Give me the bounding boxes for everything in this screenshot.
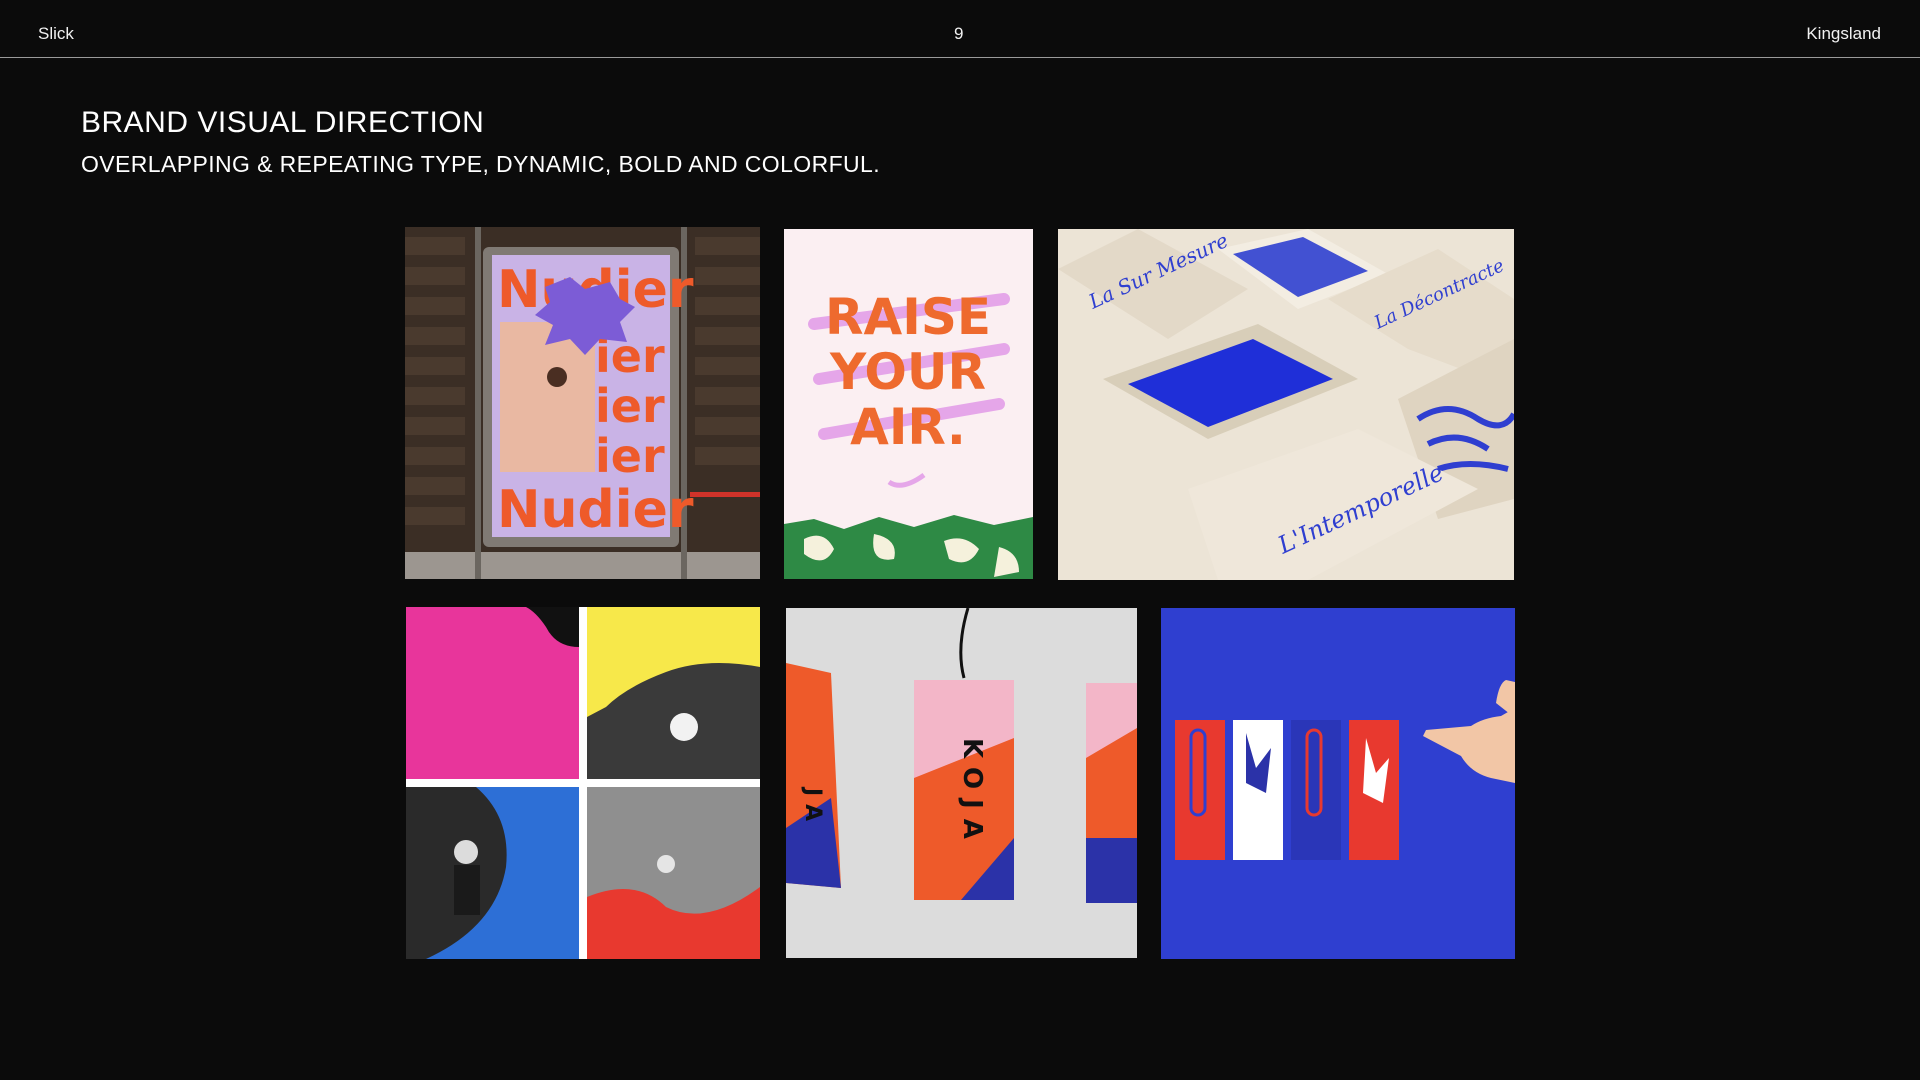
- page-number: 9: [954, 24, 964, 43]
- poster-line-air: AIR.: [850, 398, 966, 456]
- poster-ier-3: ier: [595, 429, 665, 483]
- brand-label: Slick: [38, 24, 74, 43]
- raise-your-air-poster-image: RAISE YOUR AIR.: [784, 229, 1033, 579]
- packaging-boxes-image: La Sur Mesure La Décontracte L'Intempore…: [1058, 229, 1514, 580]
- slide-subtitle: OVERLAPPING & REPEATING TYPE, DYNAMIC, B…: [81, 151, 881, 177]
- top-bar: Slick 9 Kingsland: [0, 0, 1920, 58]
- poster-word-bottom: Nudier: [497, 480, 694, 540]
- poster-ier-2: ier: [595, 379, 665, 433]
- client-label: Kingsland: [1806, 24, 1881, 43]
- slide-title: BRAND VISUAL DIRECTION: [81, 106, 485, 139]
- bus-stop-poster-image: Nudier Nudier ier ier ier: [405, 227, 760, 579]
- colorful-grid-posters-image: [406, 607, 760, 959]
- blue-posters-hand-image: [1161, 608, 1515, 959]
- poster-line-raise: RAISE: [825, 288, 991, 346]
- koja-hang-tags-image: KOJA JA: [786, 608, 1137, 958]
- poster-line-your: YOUR: [829, 343, 986, 401]
- koja-tag-left-text: JA: [800, 786, 825, 829]
- koja-tag-text: KOJA: [957, 738, 987, 849]
